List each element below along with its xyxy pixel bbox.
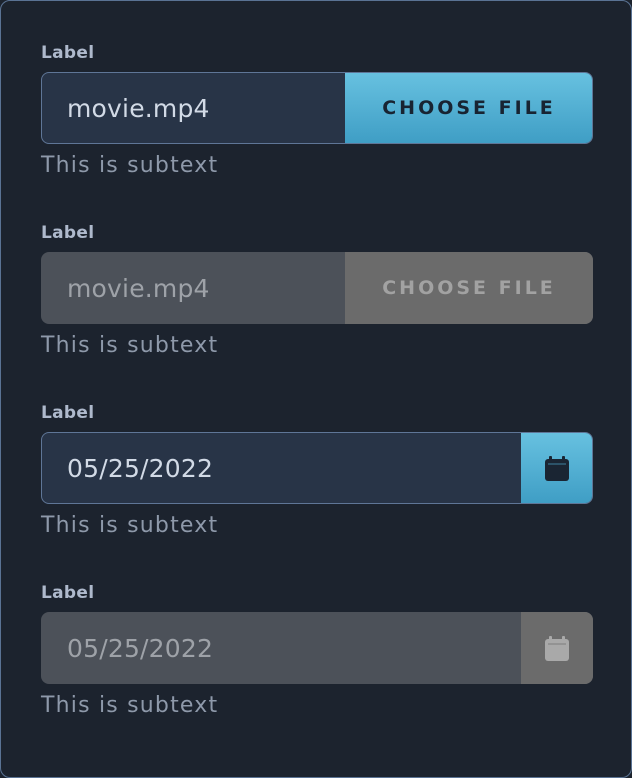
file-name-value: movie.mp4 — [67, 273, 210, 303]
field-label: Label — [41, 223, 95, 243]
choose-file-button-disabled: CHOOSE FILE — [345, 252, 593, 324]
date-field-disabled: Label 05/25/2022 This is subtext — [41, 581, 593, 718]
choose-file-button[interactable]: CHOOSE FILE — [345, 73, 592, 143]
file-input-disabled: movie.mp4 CHOOSE FILE — [41, 252, 593, 324]
field-label: Label — [41, 403, 95, 423]
calendar-button-disabled — [521, 612, 593, 684]
field-subtext: This is subtext — [41, 153, 219, 178]
file-field-enabled: Label movie.mp4 CHOOSE FILE This is subt… — [41, 41, 593, 178]
date-input-disabled: 05/25/2022 — [41, 612, 593, 684]
date-value: 05/25/2022 — [67, 633, 214, 663]
field-label: Label — [41, 43, 95, 63]
field-subtext: This is subtext — [41, 333, 219, 358]
date-input[interactable]: 05/25/2022 — [41, 432, 593, 504]
calendar-button[interactable] — [521, 433, 592, 503]
file-field-disabled: Label movie.mp4 CHOOSE FILE This is subt… — [41, 221, 593, 358]
field-subtext: This is subtext — [41, 513, 219, 538]
date-field-enabled: Label 05/25/2022 This is subtext — [41, 401, 593, 538]
file-input[interactable]: movie.mp4 CHOOSE FILE — [41, 72, 593, 144]
date-value[interactable]: 05/25/2022 — [42, 433, 521, 503]
form-panel: Label movie.mp4 CHOOSE FILE This is subt… — [0, 0, 632, 778]
field-subtext: This is subtext — [41, 693, 219, 718]
calendar-icon — [545, 456, 569, 481]
file-name-value[interactable]: movie.mp4 — [42, 73, 345, 143]
calendar-icon — [545, 636, 569, 661]
field-label: Label — [41, 583, 95, 603]
